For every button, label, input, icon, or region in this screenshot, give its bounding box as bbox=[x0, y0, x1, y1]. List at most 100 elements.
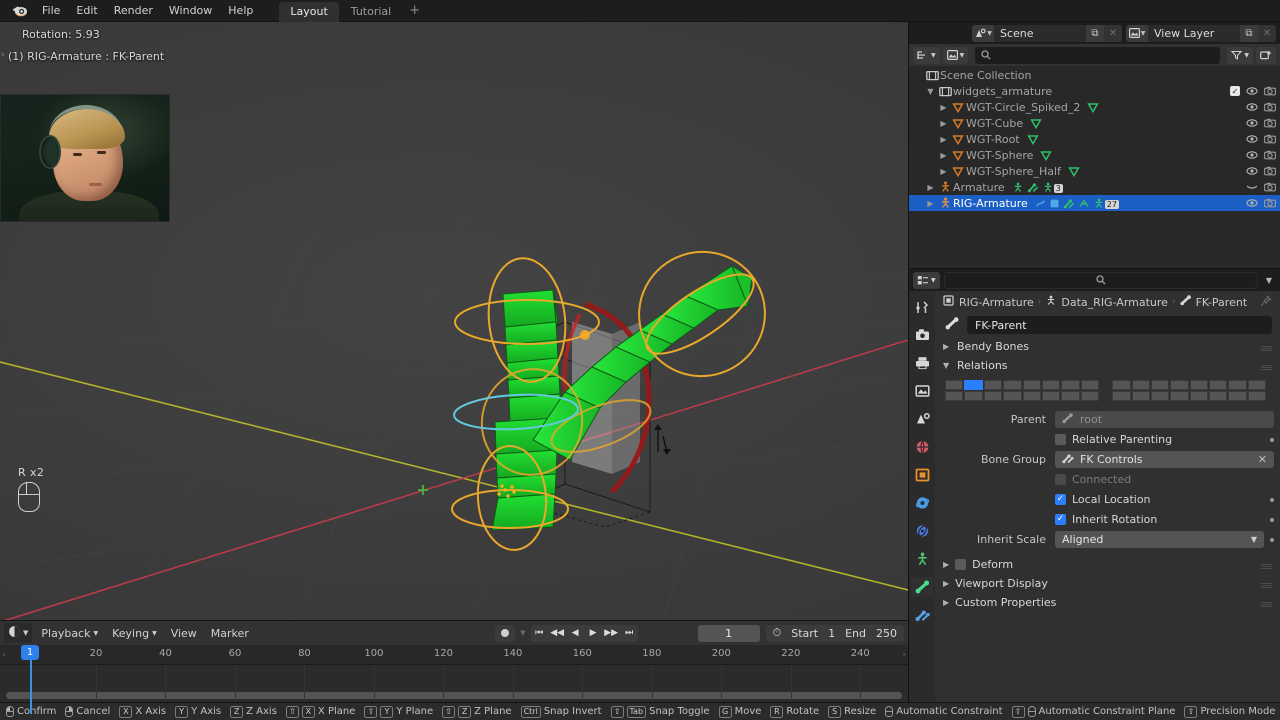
animate-property-dot[interactable] bbox=[1270, 438, 1274, 442]
timeline-editor-type-button[interactable]: ▼ bbox=[4, 623, 32, 643]
bone-layer-cell[interactable] bbox=[1023, 391, 1041, 401]
mesh-green-icon[interactable] bbox=[1027, 134, 1039, 145]
animate-property-dot[interactable] bbox=[1270, 498, 1274, 502]
mesh-green-icon[interactable] bbox=[1040, 150, 1052, 161]
scene-name[interactable]: Scene bbox=[994, 25, 1086, 42]
outliner-row[interactable]: Scene Collection bbox=[909, 67, 1280, 83]
panel-header-bendy-bones[interactable]: ▶ Bendy Bones bbox=[935, 337, 1280, 356]
panel-header-relations[interactable]: ▼ Relations bbox=[935, 356, 1280, 375]
end-frame-value[interactable]: 250 bbox=[871, 627, 902, 640]
new-viewlayer-icon[interactable]: ⧉ bbox=[1240, 25, 1258, 42]
breadcrumb-object-label[interactable]: RIG-Armature bbox=[959, 296, 1034, 309]
outliner-row[interactable]: ▶WGT-Root bbox=[909, 131, 1280, 147]
viewlayer-name[interactable]: View Layer bbox=[1148, 25, 1240, 42]
render-camera-icon[interactable] bbox=[1264, 134, 1276, 144]
mesh-green-icon[interactable] bbox=[1030, 118, 1042, 129]
properties-search-input[interactable] bbox=[944, 272, 1258, 289]
bone-group-field[interactable]: FK Controls ✕ bbox=[1055, 451, 1274, 468]
play-reverse-icon[interactable]: ◀ bbox=[567, 625, 584, 642]
bone-layer-cell[interactable] bbox=[1081, 380, 1099, 390]
menu-render[interactable]: Render bbox=[106, 2, 161, 20]
bone-layer-cell[interactable] bbox=[964, 380, 982, 390]
bone-layer-cell[interactable] bbox=[984, 391, 1002, 401]
properties-tab-object[interactable] bbox=[911, 465, 933, 485]
auto-keying-toggle[interactable] bbox=[495, 625, 515, 642]
properties-tab-render[interactable] bbox=[911, 325, 933, 345]
mesh-green-icon[interactable] bbox=[1087, 102, 1099, 113]
mesh-green-icon[interactable] bbox=[1068, 166, 1080, 177]
properties-tab-view-layer[interactable] bbox=[911, 381, 933, 401]
outliner-row[interactable]: ▶WGT-Sphere bbox=[909, 147, 1280, 163]
funnel-filter-icon[interactable]: ▼ bbox=[1227, 47, 1253, 64]
close-x-icon[interactable]: ✕ bbox=[1258, 453, 1267, 466]
bone-layers-grid[interactable] bbox=[935, 375, 1280, 409]
animate-property-dot[interactable] bbox=[1270, 538, 1274, 542]
bone-layer-cell[interactable] bbox=[1190, 380, 1208, 390]
menu-window[interactable]: Window bbox=[161, 2, 220, 20]
viewlayer-selector[interactable]: ▼ View Layer ⧉ ✕ bbox=[1126, 25, 1276, 42]
timeline-menu-view[interactable]: View bbox=[164, 625, 204, 642]
armature-data-icon[interactable] bbox=[1012, 182, 1024, 193]
visibility-eye-icon[interactable] bbox=[1246, 134, 1258, 144]
outliner-tree[interactable]: Scene Collection▼widgets_armature✓ ▶WGT-C… bbox=[909, 66, 1280, 268]
add-workspace-button[interactable]: + bbox=[402, 2, 427, 20]
bone-layer-cell[interactable] bbox=[945, 380, 963, 390]
timeline-menu-playback[interactable]: Playback▼ bbox=[34, 625, 105, 642]
next-keyframe-icon[interactable]: ▶▶ bbox=[603, 625, 620, 642]
properties-tab-output[interactable] bbox=[911, 353, 933, 373]
outliner-row[interactable]: ▼widgets_armature✓ bbox=[909, 83, 1280, 99]
start-frame-value[interactable]: 1 bbox=[823, 627, 840, 640]
menu-help[interactable]: Help bbox=[220, 2, 261, 20]
play-icon[interactable]: ▶ bbox=[585, 625, 602, 642]
panel-header-deform[interactable]: ▶ Deform bbox=[935, 555, 1280, 574]
blender-logo-icon[interactable] bbox=[10, 3, 30, 19]
chevron-right-icon[interactable]: ▶ bbox=[924, 199, 937, 208]
visibility-eye-icon[interactable] bbox=[1246, 86, 1258, 96]
bone-layer-cell[interactable] bbox=[1023, 380, 1041, 390]
timeline-ruler[interactable]: ‹ › 204060801001201401601802002202401 bbox=[0, 645, 908, 665]
outliner-display-mode-icon[interactable]: ▼ bbox=[913, 47, 940, 64]
timeline-right-arrow-icon[interactable]: › bbox=[902, 650, 906, 660]
panel-header-custom-properties[interactable]: ▶ Custom Properties bbox=[935, 593, 1280, 612]
render-camera-icon[interactable] bbox=[1264, 166, 1276, 176]
viewport-sidebar-toggle[interactable]: › bbox=[1, 50, 5, 60]
properties-tab-bone[interactable] bbox=[911, 577, 933, 597]
filter-id-icon[interactable]: ▼ bbox=[943, 47, 969, 64]
armature-mod-icon[interactable] bbox=[1042, 182, 1054, 193]
playhead[interactable]: 1 bbox=[21, 645, 39, 660]
bone-layer-cell[interactable] bbox=[1248, 391, 1266, 401]
visibility-eye-icon[interactable] bbox=[1246, 118, 1258, 128]
bone-layer-cell[interactable] bbox=[1112, 391, 1130, 401]
pose-icon[interactable] bbox=[1063, 198, 1075, 209]
panel-header-viewport-display[interactable]: ▶ Viewport Display bbox=[935, 574, 1280, 593]
outliner-row[interactable]: ▶Armature3 bbox=[909, 179, 1280, 195]
inherit-rotation-checkbox[interactable] bbox=[1055, 514, 1066, 525]
menu-edit[interactable]: Edit bbox=[68, 2, 105, 20]
bone-layer-cell[interactable] bbox=[1081, 391, 1099, 401]
properties-tab-object-constraints[interactable] bbox=[911, 549, 933, 569]
workspace-tab-tutorial[interactable]: Tutorial bbox=[340, 2, 402, 22]
bone-layer-cell[interactable] bbox=[1042, 380, 1060, 390]
bone-layer-cell[interactable] bbox=[1170, 391, 1188, 401]
render-camera-icon[interactable] bbox=[1264, 182, 1276, 192]
bone-layer-cell[interactable] bbox=[1003, 380, 1021, 390]
timeline-menu-keying[interactable]: Keying▼ bbox=[105, 625, 164, 642]
prev-keyframe-icon[interactable]: ◀◀ bbox=[549, 625, 566, 642]
relative-parenting-checkbox[interactable] bbox=[1055, 434, 1066, 445]
render-camera-icon[interactable] bbox=[1264, 102, 1276, 112]
bone-layer-cell[interactable] bbox=[964, 391, 982, 401]
jump-start-icon[interactable]: ⏮ bbox=[531, 625, 548, 642]
chevron-right-icon[interactable]: ▶ bbox=[937, 151, 950, 160]
bone-layer-cell[interactable] bbox=[1061, 391, 1079, 401]
outliner-row[interactable]: ▶WGT-Sphere_Half bbox=[909, 163, 1280, 179]
timeline-keyframe-area[interactable] bbox=[0, 665, 908, 702]
bone-layer-cell[interactable] bbox=[1132, 380, 1150, 390]
outliner-row[interactable]: ▶WGT-Cube bbox=[909, 115, 1280, 131]
chevron-right-icon[interactable]: ▶ bbox=[924, 183, 937, 192]
bone-layer-cell[interactable] bbox=[1209, 391, 1227, 401]
scene-selector[interactable]: ▼ Scene ⧉ ✕ bbox=[972, 25, 1122, 42]
bone-layer-cell[interactable] bbox=[1003, 391, 1021, 401]
deform-checkbox[interactable] bbox=[955, 559, 966, 570]
pose-icon[interactable] bbox=[1027, 182, 1039, 193]
jump-end-icon[interactable]: ⏭ bbox=[621, 625, 638, 642]
